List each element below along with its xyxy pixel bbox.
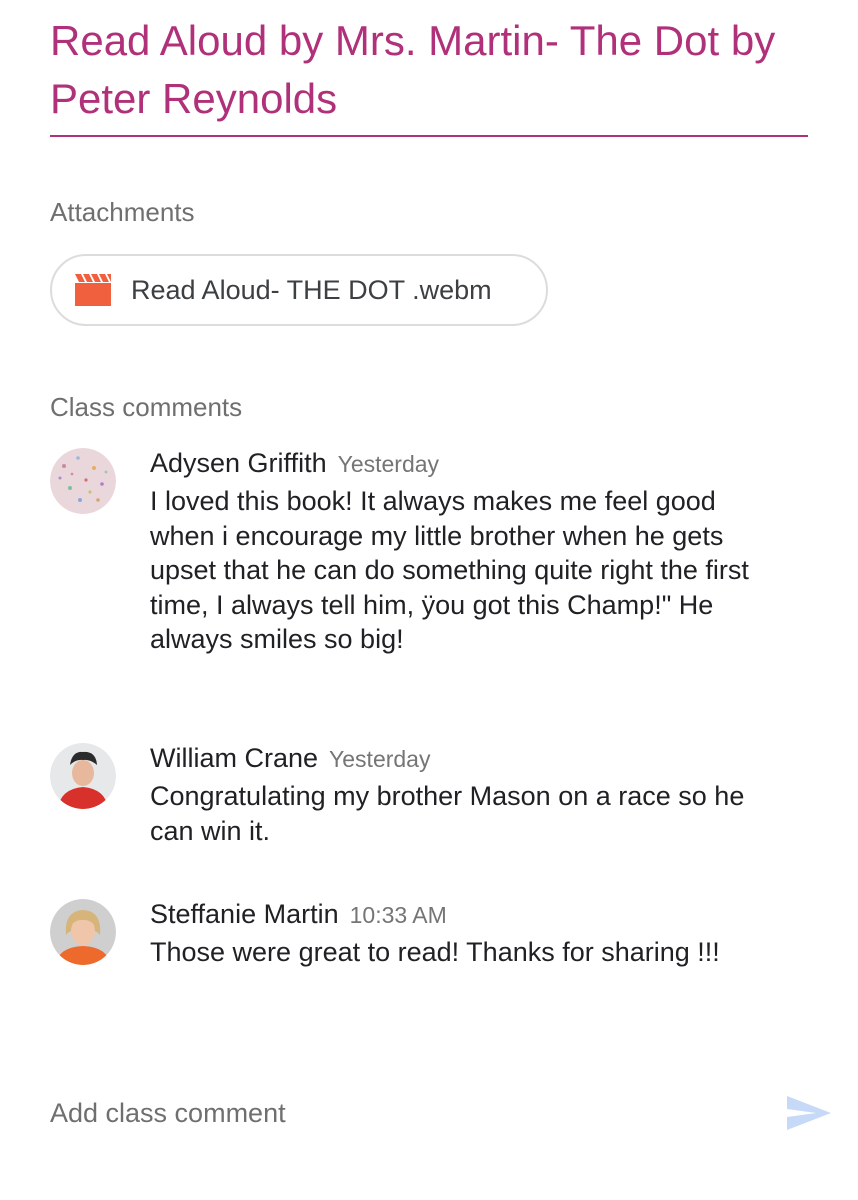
send-icon [787, 1096, 831, 1130]
comment-time: Yesterday [337, 451, 440, 477]
comment-time: Yesterday [329, 746, 431, 772]
comment-author: Steffanie Martin [150, 899, 339, 929]
title-divider [50, 135, 808, 137]
comment-text: Congratulating my brother Mason on a rac… [150, 781, 745, 846]
attachment-name: Read Aloud- THE DOT .webm [131, 274, 492, 305]
comment-text: I loved this book! It always makes me fe… [150, 486, 749, 654]
class-comments-heading: Class comments [50, 392, 243, 422]
comment-text: Those were great to read! Thanks for sha… [150, 937, 720, 967]
avatar[interactable] [50, 743, 116, 809]
avatar[interactable] [50, 899, 116, 965]
comment-author: Adysen Griffith [150, 448, 327, 478]
video-icon [75, 274, 111, 306]
attachment-chip[interactable]: Read Aloud- THE DOT .webm [50, 254, 548, 326]
attachments-heading: Attachments [50, 197, 195, 227]
comment-author: William Crane [150, 743, 319, 773]
send-button[interactable] [786, 1094, 832, 1132]
avatar[interactable] [50, 448, 116, 514]
page-title: Read Aloud by Mrs. Martin- The Dot by Pe… [50, 17, 776, 122]
add-comment-input[interactable]: Add class comment [50, 1098, 286, 1129]
comment-time: 10:33 AM [349, 902, 447, 928]
